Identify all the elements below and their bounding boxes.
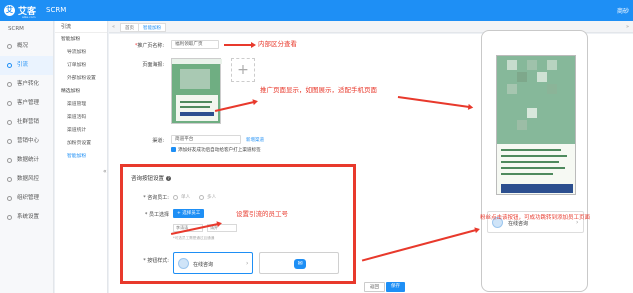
sidebar-item-label: 数据统计 <box>17 157 40 163</box>
radio-single[interactable] <box>173 195 178 200</box>
card-text: 在线咨询 <box>193 262 214 268</box>
radio-multiple-label: 多人 <box>207 195 217 200</box>
sidebar-item-settings[interactable]: 系统设置 <box>0 208 53 227</box>
staff-select-label: * 员工选择 <box>144 212 169 218</box>
sidebar-item-conversion[interactable]: 客户转化 <box>0 75 53 94</box>
button-style-card[interactable]: 在线咨询 › <box>173 252 253 274</box>
annotation-arrow <box>224 42 256 47</box>
radio-multiple[interactable] <box>199 195 204 200</box>
sidebar-item-label: 引流 <box>17 62 29 68</box>
poster-thumbnail[interactable] <box>171 58 222 124</box>
submenu-item[interactable]: 渠道管理 <box>55 98 107 111</box>
phone-preview: 在线咨询 › <box>481 30 588 292</box>
app-title: SCRM <box>46 6 67 14</box>
back-button[interactable]: 返回 <box>364 282 385 292</box>
page-name-label: *推广页名称: <box>134 43 164 49</box>
sidebar-item-label: 组织管理 <box>17 195 40 201</box>
phone-poster-banner <box>501 184 573 193</box>
gear-icon <box>7 215 12 220</box>
auto-tag-label: 添加好友成功后自动给客户打上渠道标签 <box>178 148 261 153</box>
tab-prev-icon[interactable]: « <box>112 24 115 30</box>
annotation-page-display: 推广页面显示，如图展示，适配手机页面 <box>260 86 377 94</box>
customers-icon <box>7 101 12 106</box>
annotation-staff: 设置引流的员工号 <box>236 210 288 218</box>
risk-icon <box>7 177 12 182</box>
phone-card-text: 在线咨询 <box>508 221 529 227</box>
upload-image-button[interactable]: + <box>231 58 255 82</box>
consult-staff-label: * 咨询员工: <box>143 195 169 201</box>
sidebar-item-label: 概况 <box>17 43 29 49</box>
submenu-item[interactable]: 加粉页设置 <box>55 137 107 150</box>
sidebar-title: SCRM <box>8 26 24 32</box>
org-icon <box>7 196 12 201</box>
sidebar-item-overview[interactable]: 概况 <box>0 37 53 56</box>
sidebar-item-org[interactable]: 组织管理 <box>0 189 53 208</box>
channel-label: 渠道: <box>152 138 164 144</box>
submenu-group[interactable]: 精选加粉 <box>55 85 107 98</box>
primary-sidebar: SCRM 概况 引流 客户转化 客户管理 社群营销 营销中心 数据统计 数据风控… <box>0 21 54 293</box>
collapse-toggle-icon[interactable]: « <box>103 168 107 175</box>
sidebar-item-customers[interactable]: 客户管理 <box>0 94 53 113</box>
community-icon <box>7 120 12 125</box>
button-style-label: * 按钮样式: <box>143 258 169 264</box>
top-bar: 艾 艾客 aike.com SCRM 商砂 <box>0 0 633 21</box>
page-name-input[interactable]: 福利领取广页 <box>171 40 219 49</box>
phone-poster-image <box>496 55 576 195</box>
submenu-item[interactable]: 外部加粉设置 <box>55 72 107 85</box>
select-staff-button[interactable]: + 选择员工 <box>173 209 205 218</box>
avatar-icon <box>178 258 189 269</box>
submenu-item-active[interactable]: 智能加粉 <box>55 150 107 163</box>
channel-select[interactable]: 简道平台 <box>171 135 241 144</box>
phone-poster-text-area <box>497 144 575 194</box>
consult-button-settings-section: 咨询按钮设置? * 咨询员工: 单人 多人 * 员工选择 + 选择员工 李涛涛 … <box>120 164 356 284</box>
sidebar-item-marketing[interactable]: 营销中心 <box>0 132 53 151</box>
radio-single-label: 单人 <box>181 195 191 200</box>
sidebar-item-community[interactable]: 社群营销 <box>0 113 53 132</box>
save-button[interactable]: 保存 <box>386 282 405 292</box>
secondary-sidebar-title: 引流 <box>55 21 107 33</box>
sidebar-item-label: 社群营销 <box>17 119 40 125</box>
chevron-right-icon: › <box>246 260 249 267</box>
sidebar-item-label: 数据风控 <box>17 176 40 182</box>
submenu-item[interactable]: 导流加粉 <box>55 46 107 59</box>
sidebar-item-label: 客户转化 <box>17 81 40 87</box>
staff-hint: *可选员工需是通过且通通 <box>173 236 215 240</box>
logo-subtext: aike.com <box>22 15 36 19</box>
marketing-icon <box>7 139 12 144</box>
sidebar-item-label: 客户管理 <box>17 100 40 106</box>
annotation-button-jump: 粉丝点击该按钮，可成功跳转到添加员工页面 <box>480 215 591 221</box>
overview-icon <box>7 44 12 49</box>
section-title: 咨询按钮设置? <box>131 176 172 182</box>
sidebar-item-traffic[interactable]: 引流 <box>0 56 53 75</box>
submenu-group[interactable]: 智能加粉 <box>55 33 107 46</box>
button-style-card-alt[interactable]: ✉ <box>259 252 339 274</box>
sidebar-item-label: 营销中心 <box>17 138 40 144</box>
help-icon[interactable]: ? <box>166 176 172 181</box>
secondary-sidebar: 引流 智能加粉 导流加粉 订单加粉 外部加粉设置 精选加粉 渠道管理 渠道活码 … <box>55 21 108 293</box>
submenu-item[interactable]: 订单加粉 <box>55 59 107 72</box>
annotation-internal: 内部区分查看 <box>258 40 297 48</box>
submenu-item[interactable]: 渠道活码 <box>55 111 107 124</box>
user-name[interactable]: 商砂 <box>617 6 629 15</box>
tab-home[interactable]: 首页 <box>120 23 139 32</box>
sidebar-item-risk[interactable]: 数据风控 <box>0 170 53 189</box>
sidebar-item-label: 系统设置 <box>17 214 40 220</box>
auto-tag-checkbox[interactable] <box>171 147 176 152</box>
traffic-icon <box>7 63 12 68</box>
stats-icon <box>7 158 12 163</box>
message-icon: ✉ <box>294 259 306 269</box>
tab-current[interactable]: 智能加粉 <box>138 23 166 32</box>
logo-icon: 艾 <box>4 5 15 16</box>
submenu-item[interactable]: 渠道统计 <box>55 124 107 137</box>
conversion-icon <box>7 82 12 87</box>
page-image-label: 页面海报: <box>142 62 164 68</box>
tab-next-icon[interactable]: » <box>626 24 629 30</box>
add-channel-link[interactable]: 新增渠道 <box>246 137 264 143</box>
sidebar-item-stats[interactable]: 数据统计 <box>0 151 53 170</box>
